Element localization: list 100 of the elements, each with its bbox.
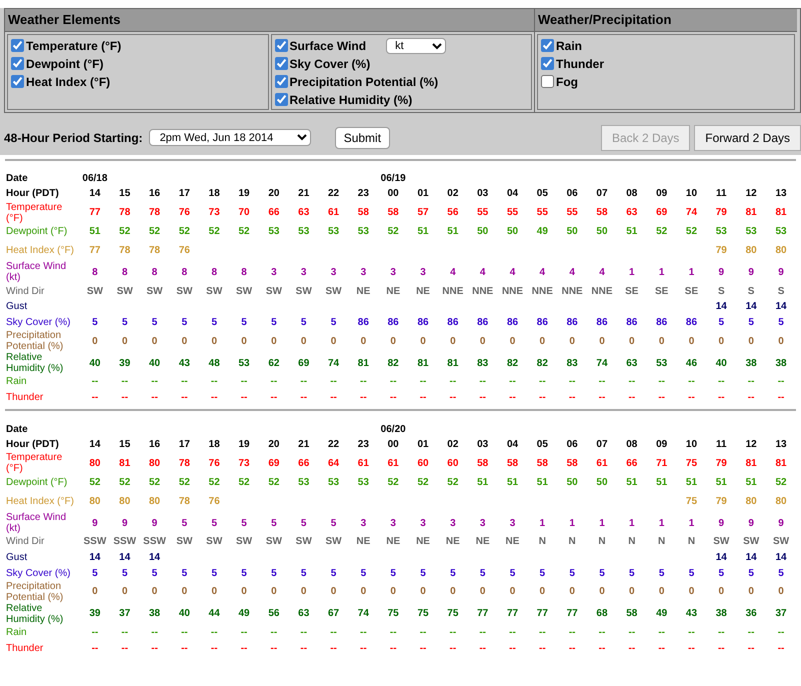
table-cell-text: --	[240, 642, 248, 656]
table-cell-text: 0	[330, 334, 338, 349]
header-cell-text: 21	[297, 438, 310, 452]
row-label: Heat Index (°F)	[6, 494, 75, 509]
table-cell-text: 0	[210, 334, 218, 349]
table-cell-text: 5	[300, 516, 308, 531]
table-cell-text: --	[270, 375, 278, 390]
table-cell-text: 3	[360, 266, 368, 280]
checkbox-label: Dewpoint (°F)	[26, 56, 104, 72]
checkbox[interactable]	[274, 57, 288, 70]
table-cell-text: 14	[714, 550, 728, 565]
table-cell-text: 0	[747, 334, 755, 349]
checkbox[interactable]	[541, 57, 554, 70]
table-cell-text: SW	[146, 284, 164, 299]
row-label: Thunder	[6, 642, 44, 656]
checkbox[interactable]	[11, 57, 24, 70]
table-cell-text: 81	[744, 456, 758, 471]
period-label: 48-Hour Period Starting:	[4, 130, 143, 146]
table-cell-text: 0	[360, 585, 368, 600]
table-cell-text: --	[299, 642, 308, 656]
table-cell-text: 0	[389, 334, 397, 349]
submit-button[interactable]: Submit	[334, 126, 390, 148]
table-cell-text: --	[299, 390, 308, 405]
table-cell-text: --	[538, 375, 547, 390]
table-cell-text: 5	[240, 316, 248, 330]
table-cell-text: --	[359, 390, 368, 405]
table-cell-text: 79	[714, 206, 728, 220]
table-cell-text: 52	[237, 224, 251, 239]
table-cell-text: 81	[446, 356, 460, 371]
table-cell-text: 50	[566, 476, 579, 490]
table-cell-text: 52	[446, 476, 460, 490]
table-cell-text: 86	[386, 316, 400, 330]
table-cell-text: --	[448, 626, 458, 640]
table-cell-text: 5	[568, 566, 576, 581]
checkbox[interactable]	[274, 75, 288, 88]
table-cell-text: 70	[237, 206, 251, 220]
header-cell-text: 04	[506, 438, 520, 452]
table-cell-text: --	[388, 626, 398, 640]
table-cell-text: 55	[536, 206, 549, 220]
table-cell-text: SW	[116, 284, 134, 299]
header-cell-text: 04	[506, 187, 520, 202]
header-cell-text: 03	[476, 438, 490, 452]
table-cell-text: 5	[240, 566, 248, 581]
table-cell-text: 5	[91, 566, 99, 581]
table-cell-text: --	[329, 375, 338, 390]
table-cell-text: --	[508, 642, 517, 656]
table-cell-text: 63	[625, 356, 638, 371]
unit-select[interactable]: kt	[386, 38, 446, 54]
row-label: Hour (PDT)	[6, 187, 60, 202]
table-cell-text: 52	[178, 224, 191, 239]
table-cell-text: 50	[506, 224, 520, 239]
row-label: Date	[6, 422, 29, 437]
table-cell-text: --	[180, 626, 189, 640]
checkbox[interactable]	[11, 75, 24, 88]
table-cell-text: 76	[178, 206, 191, 220]
table-cell-text: --	[299, 626, 308, 640]
table-cell-text: SW	[235, 535, 254, 550]
table-cell-text: 86	[446, 316, 460, 330]
checkbox[interactable]	[541, 75, 554, 88]
table-cell-text: 58	[595, 206, 609, 220]
table-cell-text: 53	[326, 476, 340, 490]
header-cell-text: 19	[237, 187, 251, 202]
checkbox[interactable]	[274, 39, 288, 52]
table-cell-text: 0	[598, 585, 606, 600]
header-cell-text: 11	[715, 438, 728, 452]
table-cell-text: 55	[566, 206, 579, 220]
table-cell-text: 40	[148, 356, 162, 371]
table-cell-text: --	[508, 626, 517, 640]
checkbox[interactable]	[274, 93, 288, 106]
table-cell-text: 14	[774, 300, 788, 314]
header-cell-text: 00	[386, 187, 400, 202]
table-cell-text: --	[120, 375, 130, 390]
table-cell-text: 3	[360, 516, 368, 531]
period-select[interactable]: 2pm Wed, Jun 18 2014	[148, 129, 311, 146]
row-label: Date	[6, 172, 29, 186]
table-cell-text: 4	[568, 266, 576, 280]
table-cell-text: --	[388, 390, 398, 405]
table-cell-text: 61	[326, 206, 340, 220]
table-cell-text: --	[180, 390, 189, 405]
table-cell-text: --	[538, 626, 547, 640]
table-cell-text: 78	[178, 456, 191, 471]
checkbox[interactable]	[11, 39, 24, 52]
header-cell-text: 22	[326, 438, 340, 452]
table-cell-text: 4	[598, 266, 606, 280]
table-cell-text: 58	[566, 456, 579, 471]
table-cell-text: 3	[478, 516, 486, 531]
table-cell-text: 63	[297, 607, 310, 622]
table-cell-text: 44	[208, 607, 221, 622]
checkbox[interactable]	[541, 39, 554, 52]
table-cell-text: N	[686, 535, 696, 550]
table-cell-text: --	[657, 642, 666, 656]
header-cell-text: 07	[595, 187, 609, 202]
table-cell-text: 1	[688, 516, 696, 531]
row-label: Gust	[6, 300, 28, 314]
table-cell-text: 0	[389, 585, 397, 600]
table-cell-text: 51	[476, 476, 490, 490]
header-cell-text: 09	[655, 438, 668, 452]
table-cell-text: 86	[566, 316, 579, 330]
nav-button[interactable]: Forward 2 Days	[694, 124, 801, 150]
row-label: Surface Wind (kt)	[6, 512, 68, 534]
